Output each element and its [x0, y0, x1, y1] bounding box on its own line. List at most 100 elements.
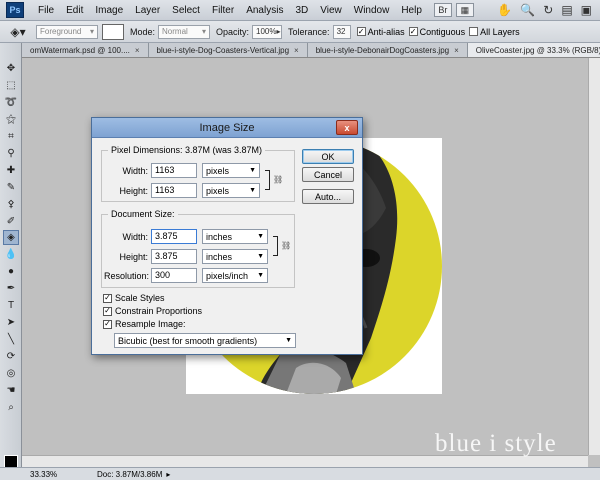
menu-edit[interactable]: Edit: [60, 5, 89, 16]
pixel-height-unit-select[interactable]: pixels ▼: [202, 183, 260, 198]
pen-tool-icon[interactable]: ✒: [3, 281, 19, 296]
auto-button[interactable]: Auto...: [302, 189, 354, 204]
blur-tool-icon[interactable]: 💧: [3, 247, 19, 262]
vertical-scrollbar[interactable]: [588, 58, 600, 455]
paint-bucket-tool-icon[interactable]: ◈: [3, 230, 19, 245]
type-tool-icon[interactable]: T: [3, 298, 19, 313]
close-button[interactable]: x: [336, 120, 358, 135]
pixel-width-unit: pixels: [206, 165, 230, 176]
resample-method-select[interactable]: Bicubic (best for smooth gradients) ▼: [114, 333, 296, 348]
ok-button[interactable]: OK: [302, 149, 354, 164]
magic-wand-tool-icon[interactable]: ⚝: [3, 112, 19, 127]
document-size-info: Doc: 3.87M/3.86M: [97, 469, 163, 479]
pixel-height-input[interactable]: 1163: [151, 183, 197, 198]
opacity-input[interactable]: 100% ▸: [252, 24, 283, 39]
dialog-title-bar[interactable]: Image Size x: [92, 118, 362, 138]
dodge-tool-icon[interactable]: ●: [3, 264, 19, 279]
resolution-unit: pixels/inch: [206, 270, 249, 281]
brush-tool-icon[interactable]: ✎: [3, 180, 19, 195]
all-layers-checkbox[interactable]: All Layers: [469, 27, 520, 37]
zoom-level[interactable]: 33.33%: [0, 470, 57, 479]
lasso-tool-icon[interactable]: ➰: [3, 95, 19, 110]
eyedropper-tool-icon[interactable]: ⚲: [3, 146, 19, 161]
path-selection-tool-icon[interactable]: ➤: [3, 315, 19, 330]
antialias-label: Anti-alias: [367, 26, 405, 37]
pixel-dimensions-label: Pixel Dimensions: 3.87M (was 3.87M): [108, 145, 266, 155]
pattern-swatch[interactable]: [102, 23, 124, 40]
doc-height-input[interactable]: 3.875: [151, 249, 197, 264]
close-icon[interactable]: ×: [135, 46, 140, 55]
shape-tool-icon[interactable]: ╲: [3, 332, 19, 347]
rotate-view-icon[interactable]: ↻: [543, 3, 553, 17]
zoom-tool-icon[interactable]: ⌕: [3, 400, 19, 415]
constrain-proportions-checkbox[interactable]: ✓ Constrain Proportions: [103, 306, 202, 316]
contiguous-checkbox[interactable]: ✓ Contiguous: [408, 27, 465, 37]
zoom-tool-icon[interactable]: 🔍: [520, 3, 535, 17]
mode-select[interactable]: Normal ▾: [158, 24, 211, 39]
menu-layer[interactable]: Layer: [129, 5, 166, 16]
paint-bucket-preset-icon[interactable]: ◈▾: [4, 23, 32, 41]
tolerance-input[interactable]: 32: [332, 24, 351, 39]
document-size-label: Document Size:: [108, 209, 178, 219]
antialias-check-icon: ✓: [356, 26, 366, 36]
hand-tool-icon[interactable]: ✋: [497, 3, 512, 17]
tab-olive-coaster[interactable]: OliveCoaster.jpg @ 33.3% (RGB/8)×: [467, 43, 600, 57]
doc-width-label: Width:: [122, 232, 148, 242]
all-layers-label: All Layers: [480, 26, 520, 37]
menu-view[interactable]: View: [314, 5, 348, 16]
mode-value: Normal: [162, 27, 188, 36]
check-icon: ✓: [103, 319, 112, 329]
doc-width-input[interactable]: 3.875: [151, 229, 197, 244]
all-layers-check-icon: [469, 27, 479, 36]
cancel-button[interactable]: Cancel: [302, 167, 354, 182]
fill-source-select[interactable]: Foreground ▾: [36, 24, 98, 39]
tab-watermark[interactable]: omWatermark.psd @ 100.... ×: [22, 43, 149, 57]
status-menu-arrow-icon[interactable]: ▸: [166, 470, 170, 479]
doc-width-unit: inches: [206, 231, 233, 242]
screen-mode-icon[interactable]: ▣: [581, 3, 592, 17]
doc-height-unit-select[interactable]: inches ▼: [202, 249, 268, 264]
chevron-down-icon: ▼: [257, 253, 264, 260]
resample-method: Bicubic (best for smooth gradients): [118, 335, 258, 346]
tab-debonair-dog-coasters[interactable]: blue-i-style-DebonairDogCoasters.jpg ×: [307, 43, 468, 57]
move-tool-icon[interactable]: ✥: [3, 61, 19, 76]
menu-filter[interactable]: Filter: [206, 5, 240, 16]
doc-link-bracket: [273, 236, 278, 256]
doc-width-unit-select[interactable]: inches ▼: [202, 229, 268, 244]
menu-file[interactable]: File: [32, 5, 60, 16]
grid-view-icon[interactable]: ▦: [455, 3, 474, 17]
photoshop-logo: Ps: [6, 2, 24, 18]
pixel-width-unit-select[interactable]: pixels ▼: [202, 163, 260, 178]
menu-select[interactable]: Select: [166, 5, 206, 16]
tab-dog-coasters-vertical[interactable]: blue-i-style-Dog-Coasters-Vertical.jpg ×: [148, 43, 308, 57]
constrain-proportions-label: Constrain Proportions: [115, 306, 203, 316]
menu-window[interactable]: Window: [348, 5, 396, 16]
resolution-input[interactable]: 300: [151, 268, 197, 283]
crop-tool-icon[interactable]: ⌗: [3, 129, 19, 144]
menu-help[interactable]: Help: [395, 5, 428, 16]
menu-3d[interactable]: 3D: [289, 5, 314, 16]
arrange-documents-icon[interactable]: ▤: [561, 3, 572, 17]
tolerance-label: Tolerance:: [288, 26, 330, 37]
marquee-tool-icon[interactable]: ⬚: [3, 78, 19, 93]
opacity-label: Opacity:: [216, 26, 250, 37]
close-icon[interactable]: ×: [454, 46, 459, 55]
history-brush-tool-icon[interactable]: ✐: [3, 214, 19, 229]
pixel-width-input[interactable]: 1163: [151, 163, 197, 178]
menu-analysis[interactable]: Analysis: [240, 5, 289, 16]
3d-orbit-tool-icon[interactable]: ◎: [3, 366, 19, 381]
hand-tool-icon[interactable]: ☚: [3, 383, 19, 398]
healing-brush-tool-icon[interactable]: ✚: [3, 163, 19, 178]
bridge-icon[interactable]: Br: [433, 3, 452, 17]
scale-styles-checkbox[interactable]: ✓ Scale Styles: [103, 293, 165, 303]
antialias-checkbox[interactable]: ✓ Anti-alias: [356, 26, 405, 37]
clone-stamp-tool-icon[interactable]: ⚴: [3, 197, 19, 212]
3d-rotate-tool-icon[interactable]: ⟳: [3, 349, 19, 364]
options-bar: ◈▾ Foreground ▾ Mode: Normal ▾ Opacity: 10…: [0, 21, 600, 43]
resample-image-checkbox[interactable]: ✓ Resample Image:: [103, 319, 186, 329]
resolution-unit-select[interactable]: pixels/inch ▼: [202, 268, 268, 283]
chevron-down-icon: ▼: [249, 187, 256, 194]
close-icon[interactable]: ×: [294, 46, 299, 55]
resample-image-label: Resample Image:: [115, 319, 186, 329]
menu-image[interactable]: Image: [89, 5, 129, 16]
